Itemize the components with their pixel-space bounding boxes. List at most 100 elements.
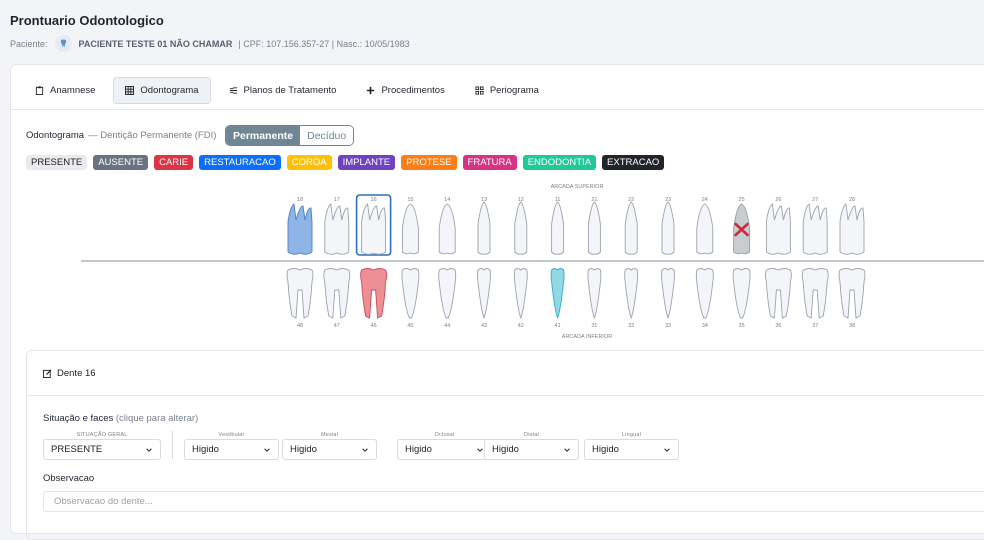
lines-icon — [229, 87, 237, 94]
toggle-deciduo[interactable]: Decíduo — [300, 126, 354, 145]
tab-label: Periograma — [489, 85, 539, 96]
tab-planos[interactable]: Planos de Tratamento — [217, 77, 349, 104]
face-select-vestibular[interactable]: Higido — [184, 439, 279, 460]
general-status-select[interactable]: PRESENTE — [43, 439, 161, 460]
chevron-down-icon — [362, 447, 368, 452]
tab-periograma[interactable]: Periograma — [463, 77, 551, 104]
tooth-shape — [477, 268, 491, 320]
legend-chip-restauracao: RESTAURACAO — [199, 155, 281, 170]
odontograma-subtitle: — Dentição Permanente (FDI) — [88, 130, 217, 141]
tooth-number: 31 — [591, 323, 597, 329]
tooth-number: 34 — [702, 323, 708, 329]
face-select-distal[interactable]: Higido — [484, 439, 579, 460]
chevron-down-icon — [664, 447, 670, 452]
tooth-14[interactable]: 14 — [438, 197, 456, 255]
tooth-24[interactable]: 24 — [696, 197, 714, 255]
page-title: Prontuario Odontologico — [10, 13, 164, 28]
legend-chip-extracao: EXTRACAO — [602, 155, 665, 170]
tooth-17[interactable]: 17 — [324, 197, 350, 255]
tooth-34[interactable]: 34 — [695, 268, 714, 330]
tooth-number: 33 — [665, 323, 671, 329]
chevron-down-icon — [477, 447, 483, 452]
face-select-mesial[interactable]: Higido — [282, 439, 377, 460]
tooth-46[interactable]: 46 — [360, 268, 388, 330]
plus-icon — [367, 86, 375, 95]
face-select-lingual[interactable]: Higido — [584, 439, 679, 460]
grid-icon — [125, 86, 135, 95]
tooth-12[interactable]: 12 — [514, 197, 528, 255]
face-field-mesial: Mesial Higido — [282, 431, 377, 460]
faces-hint: (clique para alterar) — [115, 413, 199, 424]
tooth-detail-panel: Dente 16 Situação e faces (clique para a… — [26, 350, 984, 540]
tab-label: Procedimentos — [381, 85, 445, 96]
avatar — [54, 35, 72, 52]
obs-input[interactable]: Observacao do dente... — [43, 491, 984, 512]
tooth-48[interactable]: 48 — [286, 268, 314, 330]
tooth-38[interactable]: 38 — [838, 268, 866, 330]
tooth-25[interactable]: 25 — [733, 197, 751, 255]
tooth-32[interactable]: 32 — [624, 268, 639, 330]
tab-odontograma[interactable]: Odontograma — [113, 77, 211, 104]
tooth-shape — [438, 203, 456, 255]
tooth-shape — [838, 268, 866, 319]
tooth-23[interactable]: 23 — [661, 197, 675, 255]
tooth-33[interactable]: 33 — [661, 268, 675, 330]
tooth-18[interactable]: 18 — [287, 197, 313, 255]
tooth-shape — [438, 268, 457, 319]
tooth-13[interactable]: 13 — [477, 197, 491, 255]
tooth-number: 22 — [628, 197, 634, 203]
tooth-shape — [732, 268, 751, 319]
tooth-28[interactable]: 28 — [839, 197, 865, 255]
tooth-35[interactable]: 35 — [732, 268, 751, 330]
field-divider — [172, 431, 173, 459]
tooth-22[interactable]: 22 — [624, 197, 638, 255]
patient-details: | CPF: 107.156.357-27 | Nasc.: 10/05/198… — [238, 38, 410, 49]
tooth-26[interactable]: 26 — [765, 197, 791, 255]
face-field-lingual: Lingual Higido — [584, 431, 679, 460]
tooth-16[interactable]: 16 — [355, 194, 392, 256]
tooth-47[interactable]: 47 — [323, 268, 351, 330]
tooth-number: 48 — [297, 323, 303, 329]
tooth-31[interactable]: 31 — [587, 268, 602, 330]
face-select-oclusal[interactable]: Higido — [397, 439, 492, 460]
legend-chip-carie: CARIE — [154, 155, 194, 170]
tooth-number: 15 — [407, 197, 413, 203]
tooth-shape — [514, 201, 528, 255]
tab-bar: Anamnese Odontograma Planos de Tratament… — [23, 77, 551, 104]
tooth-37[interactable]: 37 — [801, 268, 829, 330]
panel-title: Dente 16 — [57, 367, 96, 379]
tab-divider — [11, 109, 984, 110]
select-value: Higido — [405, 444, 432, 455]
dentition-toggle: Permanente Decíduo — [225, 125, 355, 146]
select-value: Higido — [290, 444, 317, 455]
tooth-shape — [624, 201, 638, 255]
tooth-21[interactable]: 21 — [587, 197, 601, 255]
tooth-36[interactable]: 36 — [764, 268, 792, 330]
select-value: PRESENTE — [51, 444, 103, 455]
toggle-permanente[interactable]: Permanente — [226, 126, 301, 145]
obs-label: Observacao — [43, 473, 95, 484]
tooth-41[interactable]: 41 — [550, 268, 565, 330]
tooth-44[interactable]: 44 — [438, 268, 457, 330]
tooth-42[interactable]: 42 — [513, 268, 528, 330]
tab-label: Planos de Tratamento — [243, 85, 337, 96]
tooth-shape — [361, 203, 387, 255]
tooth-45[interactable]: 45 — [401, 268, 420, 330]
panel-header: Dente 16 — [27, 351, 984, 396]
tooth-shape — [477, 201, 491, 255]
tooth-shape — [323, 268, 351, 319]
tooth-number: 27 — [812, 197, 818, 203]
tooth-number: 17 — [334, 197, 340, 203]
tooth-43[interactable]: 43 — [477, 268, 491, 330]
tooth-11[interactable]: 11 — [551, 197, 565, 255]
tooth-15[interactable]: 15 — [401, 197, 419, 255]
tab-anamnese[interactable]: Anamnese — [23, 77, 107, 104]
tab-procedimentos[interactable]: Procedimentos — [354, 77, 456, 104]
tooth-shape — [360, 268, 388, 319]
tooth-shape — [764, 268, 792, 319]
select-value: Higido — [492, 444, 519, 455]
tooth-number: 18 — [297, 197, 303, 203]
tooth-27[interactable]: 27 — [802, 197, 828, 255]
chevron-down-icon — [264, 447, 270, 452]
main-card: Anamnese Odontograma Planos de Tratament… — [10, 64, 984, 540]
